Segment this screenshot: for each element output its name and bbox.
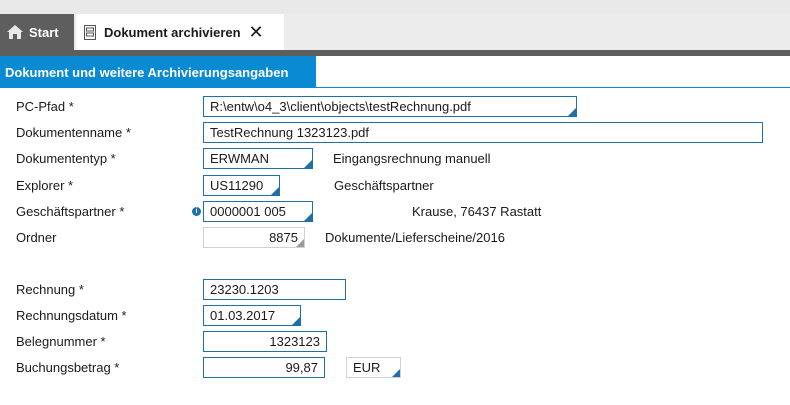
buchungsbetrag-label: Buchungsbetrag *: [16, 360, 120, 375]
buchungsbetrag-value: 99,87: [285, 360, 318, 375]
pc-pfad-label: PC-Pfad *: [16, 99, 74, 114]
section-title: Dokument und weitere Archivierungsangabe…: [0, 56, 316, 88]
explorer-description: Geschäftspartner: [334, 178, 434, 193]
rechnungsdatum-label: Rechnungsdatum *: [16, 308, 127, 323]
currency-value: EUR: [353, 360, 381, 375]
currency-dropdown-corner[interactable]: [392, 369, 400, 377]
ordner-label: Ordner: [16, 230, 57, 245]
explorer-value: US11290: [210, 178, 264, 193]
rechnungsdatum-value: 01.03.2017: [210, 308, 276, 323]
tab-start-label: Start: [29, 24, 59, 40]
home-icon: [7, 25, 23, 39]
pc-pfad-dropdown-corner[interactable]: [568, 108, 576, 116]
tab-start[interactable]: Start: [0, 14, 74, 50]
dokumentenname-input[interactable]: TestRechnung 1323123.pdf: [203, 122, 763, 143]
currency-select[interactable]: EUR: [346, 357, 401, 378]
buchungsbetrag-input[interactable]: 99,87: [203, 357, 325, 378]
ordner-value: 8875: [269, 230, 298, 245]
ordner-dropdown-corner[interactable]: [296, 239, 304, 247]
dokumentenname-label: Dokumentenname *: [16, 125, 131, 140]
tab-active-label: Dokument archivieren: [104, 24, 241, 40]
dokumententyp-description: Eingangsrechnung manuell: [333, 151, 491, 166]
rechnung-input[interactable]: 23230.1203: [203, 279, 346, 300]
section-header-line: [316, 87, 790, 88]
ordner-description: Dokumente/Lieferscheine/2016: [325, 230, 505, 245]
geschaeftspartner-input[interactable]: 0000001 005: [203, 201, 313, 222]
tab-bar: Start Dokument archivieren ✕: [0, 14, 790, 50]
top-toolbar-strip: [0, 0, 790, 15]
dokumententyp-input[interactable]: ERWMAN: [203, 148, 313, 169]
tab-dokument-archivieren[interactable]: Dokument archivieren ✕: [76, 14, 284, 50]
rechnungsdatum-dropdown-corner[interactable]: [292, 317, 300, 325]
dokumententyp-value: ERWMAN: [210, 151, 269, 166]
pc-pfad-input[interactable]: R:\entw\o4_3\client\objects\testRechnung…: [203, 96, 577, 117]
dokumententyp-dropdown-corner[interactable]: [304, 160, 312, 168]
belegnummer-value: 1323123: [269, 334, 320, 349]
pc-pfad-value: R:\entw\o4_3\client\objects\testRechnung…: [210, 99, 471, 114]
explorer-dropdown-corner[interactable]: [271, 187, 279, 195]
rechnung-value: 23230.1203: [210, 282, 279, 297]
dokumententyp-label: Dokumententyp *: [16, 151, 116, 166]
rechnung-label: Rechnung *: [16, 282, 84, 297]
geschaeftspartner-label: Geschäftspartner *: [16, 204, 125, 219]
info-icon[interactable]: i: [192, 207, 201, 216]
explorer-label: Explorer *: [16, 178, 74, 193]
dokumentenname-value: TestRechnung 1323123.pdf: [210, 125, 370, 140]
close-icon[interactable]: ✕: [249, 23, 264, 41]
ordner-input[interactable]: 8875: [203, 227, 305, 248]
section-header-fill: [316, 56, 790, 88]
rechnungsdatum-input[interactable]: 01.03.2017: [203, 305, 301, 326]
belegnummer-label: Belegnummer *: [16, 334, 106, 349]
explorer-input[interactable]: US11290: [203, 175, 280, 196]
document-icon: [84, 24, 96, 40]
belegnummer-input[interactable]: 1323123: [203, 331, 327, 352]
geschaeftspartner-dropdown-corner[interactable]: [304, 213, 312, 221]
geschaeftspartner-value: 0000001 005: [210, 204, 286, 219]
section-header: Dokument und weitere Archivierungsangabe…: [0, 56, 790, 88]
geschaeftspartner-description: Krause, 76437 Rastatt: [412, 204, 542, 219]
